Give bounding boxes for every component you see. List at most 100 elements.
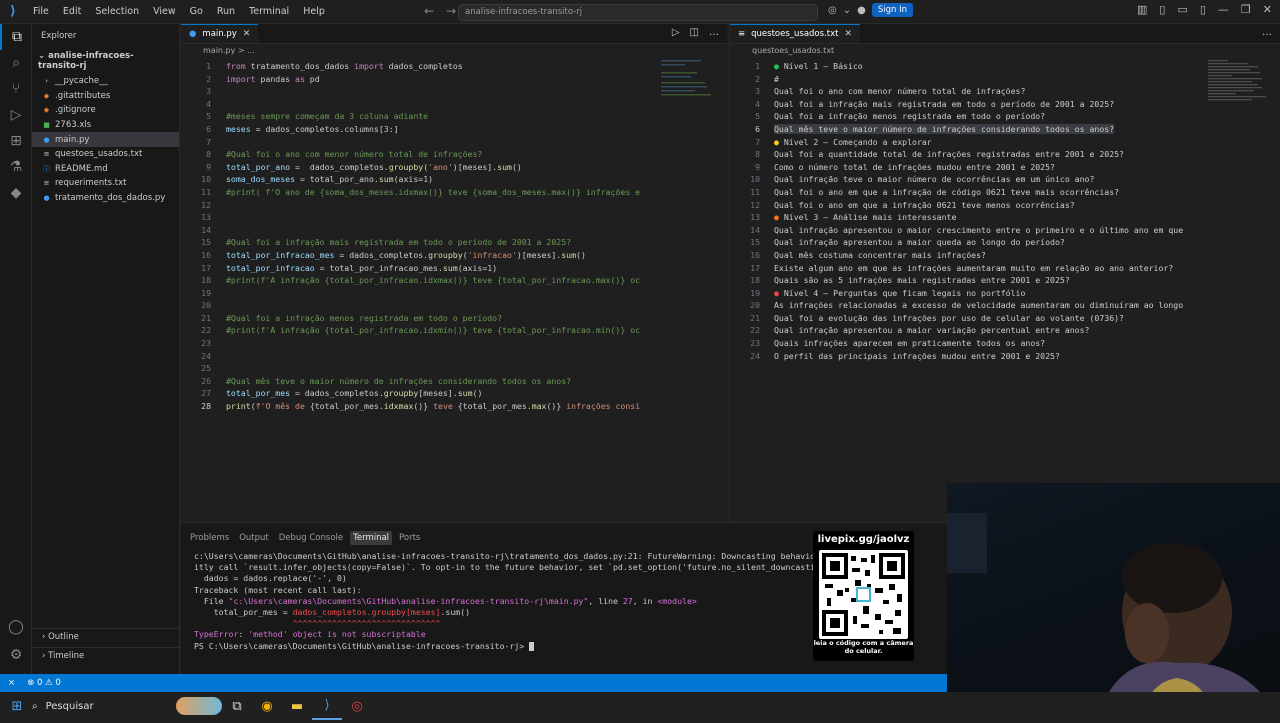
vscode-taskbar-icon[interactable]: ⟩ [312,692,342,720]
menu-item-edit[interactable]: Edit [56,0,88,24]
source-control-icon[interactable]: ⑂ [0,76,32,102]
code-area[interactable]: 1 from tratamento_dos_dados import dados_… [181,60,727,413]
text-line[interactable]: 20 As infrações relacionadas a excesso de… [730,299,1280,312]
close-icon[interactable]: ✕ [1263,3,1272,16]
remote-indicator[interactable]: ⨯ [8,678,15,688]
file-item[interactable]: ■ 2763.xls [32,118,179,133]
breadcrumb[interactable]: questoes_usados.txt [730,44,1280,58]
code-line[interactable]: 2 import pandas as pd [181,73,727,86]
obs-icon[interactable]: ◎ [342,692,372,720]
code-line[interactable]: 13 [181,211,727,224]
code-line[interactable]: 23 [181,337,727,350]
chevron-down-icon[interactable]: ⌄ [843,5,851,16]
menu-item-terminal[interactable]: Terminal [242,0,296,24]
split-editor-icon[interactable]: ◫ [690,27,699,40]
code-line[interactable]: 12 [181,199,727,212]
text-line[interactable]: 4 Qual foi a infração mais registrada em … [730,98,1280,111]
explorer-icon[interactable]: ⧉ [0,24,32,50]
toggle-secondary-sidebar-icon[interactable]: ▯ [1200,3,1206,16]
code-line[interactable]: 27 total_por_mes = dados_completos.groupb… [181,387,727,400]
code-line[interactable]: 28 print(f'O mês de {total_por_mes.idxmax… [181,400,727,413]
code-line[interactable]: 1 from tratamento_dos_dados import dados_… [181,60,727,73]
minimap[interactable] [661,60,717,120]
code-line[interactable]: 20 [181,299,727,312]
testing-icon[interactable]: ⚗ [0,154,32,180]
run-debug-icon[interactable]: ▷ [0,102,32,128]
file-item[interactable]: ● tratamento_dos_dados.py [32,191,179,206]
gear-icon[interactable]: ⚙ [0,642,32,668]
copilot-icon[interactable]: ◎ [828,5,837,16]
code-line[interactable]: 16 total_por_infracao_mes = dados_complet… [181,249,727,262]
text-line[interactable]: 24 O perfil das principais infrações mudo… [730,350,1280,363]
taskbar-search[interactable]: ⌕ Pesquisar [32,695,222,717]
text-line[interactable]: 2 # [730,73,1280,86]
text-line[interactable]: 1 ● Nível 1 – Básico [730,60,1280,73]
editor-main-py[interactable]: ● main.py ✕ ▷ ◫ … main.py > ... 1 from tr… [181,24,727,522]
close-tab-icon[interactable]: ✕ [243,29,251,39]
python-icon[interactable]: ◆ [0,180,32,206]
more-icon[interactable]: … [1254,24,1280,43]
problems-indicator[interactable]: ⊗ 0 ⚠ 0 [27,678,61,688]
minimap[interactable] [1208,60,1272,120]
panel-tab-terminal[interactable]: Terminal [350,531,393,545]
code-line[interactable]: 8 #Qual foi o ano com menor número total … [181,148,727,161]
extensions-icon[interactable]: ⊞ [0,128,32,154]
menu-item-help[interactable]: Help [296,0,332,24]
file-item[interactable]: ◆ .gitignore [32,103,179,118]
tab-main-py[interactable]: ● main.py ✕ [181,24,259,43]
layout-icon[interactable]: ▥ [1137,3,1147,16]
file-explorer-icon[interactable]: ▬ [282,692,312,720]
command-center[interactable]: analise-infracoes-transito-rj [458,4,818,21]
panel-tab-problems[interactable]: Problems [187,531,232,545]
text-line[interactable]: 7 ● Nível 2 – Começando a explorar [730,136,1280,149]
panel-tab-debug-console[interactable]: Debug Console [276,531,346,545]
menu-item-file[interactable]: File [26,0,56,24]
file-item[interactable]: ◆ .gitattributes [32,89,179,104]
text-line[interactable]: 3 Qual foi o ano com menor número total d… [730,85,1280,98]
account-icon[interactable]: ● [857,5,866,16]
text-line[interactable]: 12 Qual foi o ano em que a infração 0621 … [730,199,1280,212]
code-line[interactable]: 3 [181,85,727,98]
text-line[interactable]: 19 ● Nível 4 – Perguntas que ficam legais… [730,287,1280,300]
menu-item-go[interactable]: Go [183,0,210,24]
file-item[interactable]: ≡ questoes_usados.txt [32,147,179,162]
code-line[interactable]: 21 #Qual foi a infração menos registrada … [181,312,727,325]
code-line[interactable]: 11 #print( f'O ano de {soma_dos_meses.idx… [181,186,727,199]
search-icon[interactable]: ⌕ [0,50,32,76]
back-arrow-icon[interactable]: ← [424,4,434,18]
panel-tab-output[interactable]: Output [236,531,272,545]
file-item[interactable]: ≡ requeriments.txt [32,176,179,191]
timeline-section[interactable]: › Timeline [32,647,180,664]
text-line[interactable]: 13 ● Nível 3 – Análise mais interessante [730,211,1280,224]
account-icon[interactable]: ◯ [0,614,32,640]
run-icon[interactable]: ▷ [672,27,680,40]
code-line[interactable]: 7 [181,136,727,149]
panel-tab-ports[interactable]: Ports [396,531,423,545]
code-line[interactable]: 26 #Qual mês teve o maior número de infra… [181,375,727,388]
forward-arrow-icon[interactable]: → [446,4,456,18]
text-line[interactable]: 5 Qual foi a infração menos registrada em… [730,110,1280,123]
breadcrumb[interactable]: main.py > ... [181,44,727,58]
text-line[interactable]: 22 Qual infração apresentou a maior varia… [730,324,1280,337]
workspace-root[interactable]: ⌄ analise-infracoes-transito-rj [32,48,179,74]
code-line[interactable]: 10 soma_dos_meses = total_por_ano.sum(axi… [181,173,727,186]
chrome-icon[interactable]: ◉ [252,692,282,720]
code-line[interactable]: 5 #meses sempre começam da 3 coluna adian… [181,110,727,123]
menu-item-selection[interactable]: Selection [88,0,146,24]
menu-item-view[interactable]: View [146,0,183,24]
text-line[interactable]: 11 Qual foi o ano em que a infração de có… [730,186,1280,199]
text-line[interactable]: 8 Qual foi a quantidade total de infraçõe… [730,148,1280,161]
maximize-icon[interactable]: ❐ [1241,3,1251,16]
sign-in-button[interactable]: Sign In [871,3,913,17]
text-line[interactable]: 18 Quais são as 5 infrações mais registra… [730,274,1280,287]
code-line[interactable]: 6 meses = dados_completos.columns[3:] [181,123,727,136]
more-icon[interactable]: … [709,27,719,40]
close-tab-icon[interactable]: ✕ [844,29,852,39]
toggle-sidebar-icon[interactable]: ▯ [1159,3,1165,16]
text-line[interactable]: 6 Qual mês teve o maior número de infraçõ… [730,123,1280,136]
file-item[interactable]: › __pycache__ [32,74,179,89]
windows-start-icon[interactable]: ⊞ [2,692,32,720]
code-line[interactable]: 25 [181,362,727,375]
text-line[interactable]: 9 Como o número total de infrações mudou … [730,161,1280,174]
text-line[interactable]: 17 Existe algum ano em que as infrações a… [730,262,1280,275]
